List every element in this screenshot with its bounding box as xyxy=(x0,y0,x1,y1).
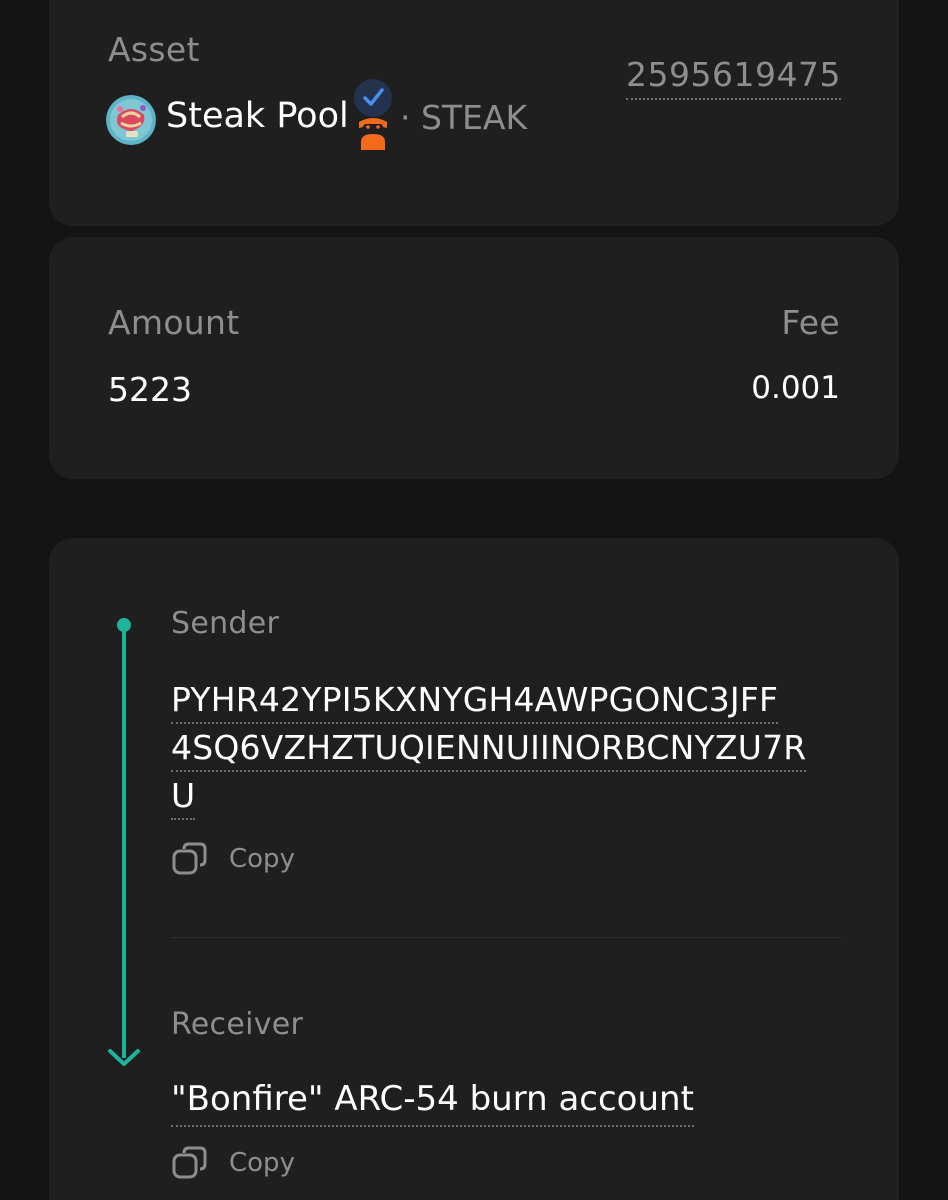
sender-address-line: U xyxy=(171,776,196,820)
divider xyxy=(171,937,841,938)
copy-label: Copy xyxy=(229,1148,295,1178)
transfer-card: Sender PYHR42YPI5KXNYGH4AWPGONC3JFF 4SQ6… xyxy=(49,538,899,1200)
amount-label: Amount xyxy=(108,303,240,342)
sender-address-line: 4SQ6VZHZTUQIENNUIINORBCNYZU7R xyxy=(171,728,807,772)
copy-icon xyxy=(172,842,207,875)
amount-card: Amount Fee 5223 0.001 xyxy=(49,237,899,479)
sender-label: Sender xyxy=(171,606,280,641)
asset-avatar xyxy=(106,95,156,145)
sender-address-line: PYHR42YPI5KXNYGH4AWPGONC3JFF xyxy=(171,680,779,724)
arrow-down-icon xyxy=(107,1034,141,1068)
verified-check-icon xyxy=(353,78,393,118)
fee-value: 0.001 xyxy=(751,370,840,406)
amount-value: 5223 xyxy=(108,370,192,409)
timeline-line xyxy=(122,625,126,1058)
receiver-address[interactable]: "Bonfire" ARC-54 burn account xyxy=(171,1079,694,1127)
fee-label: Fee xyxy=(781,303,840,342)
transaction-detail-page: Asset Steak Pool · STEAK 2595619475 Amou… xyxy=(0,0,948,1200)
ninja-icon xyxy=(355,114,391,150)
copy-receiver-button[interactable]: Copy xyxy=(171,1143,295,1183)
copy-sender-button[interactable]: Copy xyxy=(171,839,295,879)
copy-icon xyxy=(172,1146,207,1179)
asset-id-link[interactable]: 2595619475 xyxy=(626,55,841,100)
receiver-label: Receiver xyxy=(171,1007,304,1042)
asset-name: Steak Pool xyxy=(166,96,349,136)
copy-label: Copy xyxy=(229,844,295,874)
asset-card: Asset Steak Pool · STEAK 2595619475 xyxy=(49,0,899,226)
asset-label: Asset xyxy=(108,30,200,69)
sender-address[interactable]: PYHR42YPI5KXNYGH4AWPGONC3JFF 4SQ6VZHZTUQ… xyxy=(171,676,843,820)
asset-unit-name: · STEAK xyxy=(400,98,528,137)
